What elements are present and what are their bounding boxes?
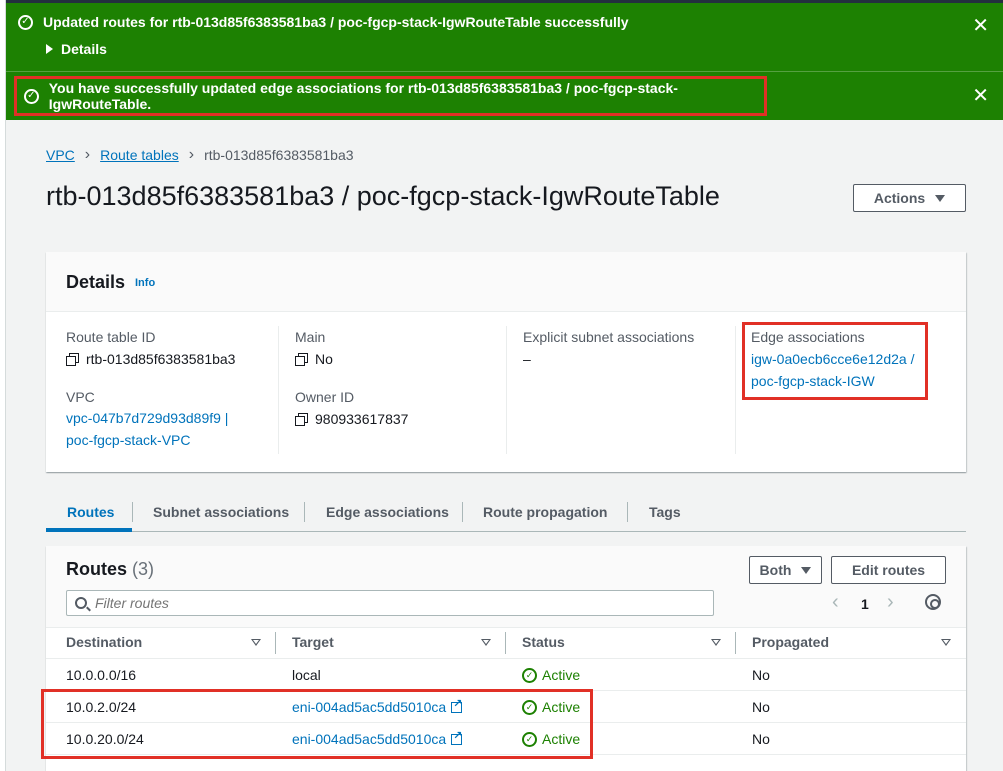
status-cell: ✓ Active [522, 667, 580, 683]
column-header-status[interactable]: Status [522, 634, 565, 650]
propagated-cell: No [752, 667, 770, 683]
page-number[interactable]: 1 [861, 596, 869, 612]
owner-id-label: Owner ID [295, 389, 355, 405]
tab-tags[interactable]: Tags [649, 504, 681, 520]
routes-heading: Routes (3) [66, 559, 154, 580]
edit-routes-label: Edit routes [851, 562, 926, 578]
vpc-name-link[interactable]: poc-fgcp-stack-VPC [66, 429, 190, 451]
breadcrumb-separator: › [84, 146, 91, 163]
info-link[interactable]: Info [135, 277, 155, 289]
sort-icon[interactable] [711, 639, 721, 646]
actions-button[interactable]: Actions [853, 184, 966, 212]
owner-id-value: 980933617837 [295, 411, 408, 427]
tab-divider [304, 502, 305, 522]
route-table-id-label: Route table ID [66, 329, 156, 345]
details-heading: Details [66, 272, 126, 292]
flash-message-edge-associations: ✓ You have successfully updated edge ass… [14, 76, 767, 116]
edge-associations-label: Edge associations [751, 329, 865, 345]
column-divider [506, 326, 507, 454]
flash-message-text: Updated routes for rtb-013d85f6383581ba3… [43, 14, 629, 30]
details-panel: Details Info Route table ID rtb-013d85f6… [46, 252, 966, 472]
filter-routes-input[interactable] [66, 590, 714, 616]
success-check-icon: ✓ [24, 88, 39, 104]
success-check-icon: ✓ [18, 14, 33, 30]
igw-name-link[interactable]: poc-fgcp-stack-IGW [751, 370, 875, 392]
flash-message-text: You have successfully updated edge assoc… [48, 80, 678, 112]
status-text: Active [542, 667, 581, 683]
search-icon [75, 597, 87, 609]
filter-text-field[interactable] [95, 595, 695, 611]
gear-icon[interactable] [925, 594, 941, 610]
flash-message-routes-updated: ✓ Updated routes for rtb-013d85f6383581b… [18, 14, 629, 30]
column-divider[interactable] [735, 632, 736, 654]
propagation-filter-select[interactable]: Both [749, 556, 822, 584]
sort-icon[interactable] [251, 639, 261, 646]
status-check-icon: ✓ [522, 667, 537, 683]
copy-icon[interactable] [66, 353, 79, 366]
caret-down-icon [935, 194, 946, 202]
caret-down-icon [801, 566, 812, 574]
actions-label: Actions [873, 190, 926, 206]
tab-routes[interactable]: Routes [67, 504, 114, 520]
close-icon[interactable]: ✕ [972, 13, 989, 38]
page-title: rtb-013d85f6383581ba3 / poc-fgcp-stack-I… [46, 181, 720, 211]
flash-divider [6, 71, 1003, 72]
copy-icon[interactable] [295, 413, 308, 426]
table-row: 10.0.0.0/16 local ✓ Active No [46, 659, 966, 691]
breadcrumb-separator: › [188, 146, 195, 163]
column-header-target[interactable]: Target [292, 634, 334, 650]
select-value: Both [759, 562, 792, 578]
next-page-icon[interactable]: › [887, 591, 894, 614]
target-cell: local [292, 667, 321, 683]
column-divider[interactable] [505, 632, 506, 654]
flash-details-toggle[interactable]: Details [46, 41, 107, 57]
tab-divider [462, 502, 463, 522]
active-tab-indicator [46, 528, 132, 532]
breadcrumb: VPC › Route tables › rtb-013d85f6383581b… [46, 146, 354, 164]
edit-routes-button[interactable]: Edit routes [831, 556, 946, 584]
caret-right-icon [46, 44, 53, 54]
sort-icon[interactable] [941, 639, 951, 646]
column-divider[interactable] [275, 632, 276, 654]
main-label: Main [295, 329, 326, 345]
routes-header: Routes (3) Both Edit routes ‹ 1 › [46, 546, 966, 628]
sort-icon[interactable] [481, 639, 491, 646]
route-table-id-text: rtb-013d85f6383581ba3 [86, 351, 236, 367]
highlight-box [41, 689, 593, 759]
routes-heading-text: Routes [66, 559, 128, 579]
column-header-propagated[interactable]: Propagated [752, 634, 829, 650]
propagated-cell: No [752, 731, 770, 747]
destination-cell: 10.0.0.0/16 [66, 667, 137, 683]
routes-count: (3) [132, 559, 155, 579]
propagated-cell: No [752, 699, 770, 715]
explicit-subnet-value: – [523, 351, 531, 367]
tab-bar: Routes Subnet associations Edge associat… [46, 492, 966, 532]
main-value-text: No [315, 351, 333, 367]
tab-edge-associations[interactable]: Edge associations [326, 504, 449, 520]
column-header-destination[interactable]: Destination [66, 634, 142, 650]
column-divider [735, 326, 736, 454]
main-value: No [295, 351, 333, 367]
igw-link[interactable]: igw-0a0ecb6cce6e12d2a / [751, 348, 914, 370]
previous-page-icon[interactable]: ‹ [832, 591, 839, 614]
explicit-subnet-label: Explicit subnet associations [523, 329, 695, 345]
route-table-id-value: rtb-013d85f6383581ba3 [66, 351, 235, 367]
flashbar: ✓ Updated routes for rtb-013d85f6383581b… [6, 3, 1003, 120]
details-label: Details [61, 41, 107, 57]
vpc-label: VPC [66, 389, 95, 405]
owner-id-text: 980933617837 [315, 411, 409, 427]
breadcrumb-route-tables[interactable]: Route tables [100, 147, 179, 163]
details-header: Details Info [46, 252, 966, 312]
tab-divider [132, 502, 133, 522]
tab-divider [627, 502, 628, 522]
tab-route-propagation[interactable]: Route propagation [483, 504, 607, 520]
breadcrumb-vpc[interactable]: VPC [46, 147, 75, 163]
close-icon[interactable]: ✕ [972, 83, 989, 108]
vpc-link[interactable]: vpc-047b7d729d93d89f9 | [66, 407, 228, 429]
breadcrumb-current: rtb-013d85f6383581ba3 [204, 147, 354, 163]
tab-subnet-associations[interactable]: Subnet associations [153, 504, 289, 520]
column-divider [278, 326, 279, 454]
copy-icon[interactable] [295, 353, 308, 366]
